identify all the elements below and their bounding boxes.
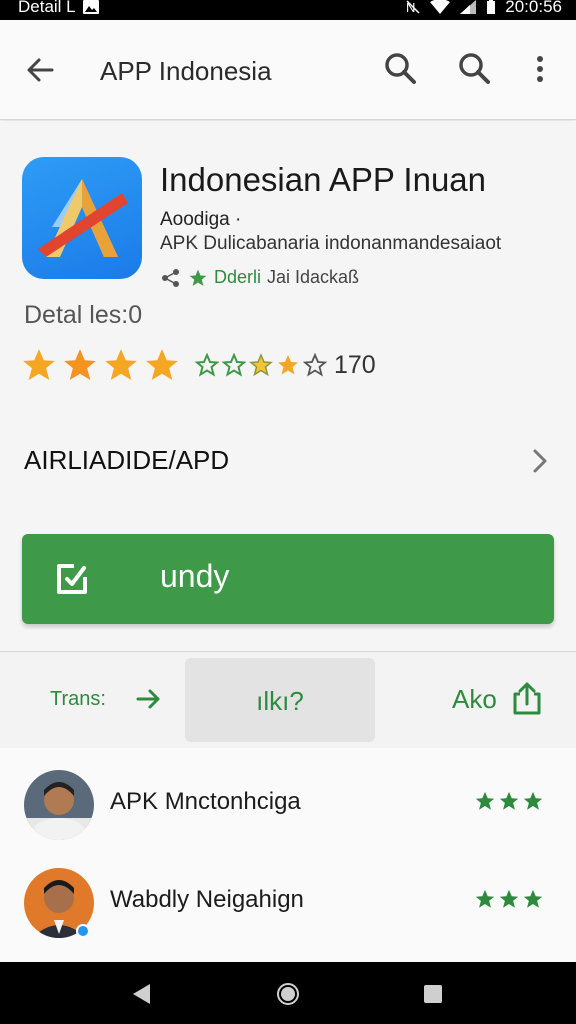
- review-stars: [474, 888, 544, 910]
- search-icon[interactable]: [456, 50, 492, 86]
- nav-back-icon[interactable]: [130, 982, 152, 1006]
- signal-icon: [460, 0, 477, 14]
- chevron-right-icon: [533, 449, 547, 473]
- star-icon[interactable]: [276, 353, 300, 377]
- star-outline-icon[interactable]: [195, 353, 219, 377]
- review-list: APK Mnctonhciga Wabdly Neigahign: [0, 748, 576, 962]
- app-description: APK Dulicabanaria indonanmandesaiaot: [160, 233, 502, 254]
- star-icon: [499, 889, 519, 908]
- app-meta: Dderli Jai Idackaß: [160, 267, 359, 288]
- star-icon: [523, 889, 543, 908]
- meta-verified: Dderli: [214, 267, 262, 287]
- star-icon: [189, 269, 207, 286]
- reviewer-name: APK Mnctonhciga: [110, 788, 301, 815]
- star-icon: [23, 349, 55, 381]
- image-icon: [82, 0, 99, 14]
- details-label: Detal les:0: [24, 301, 143, 329]
- avatar-icon[interactable]: [24, 770, 94, 840]
- review-stars: [474, 790, 544, 812]
- install-label: undy: [160, 558, 230, 594]
- star-icon: [523, 791, 543, 810]
- wifi-icon: [430, 0, 451, 14]
- no-sim-icon: N: [406, 0, 420, 15]
- rating-count: 170: [334, 350, 376, 379]
- search-icon[interactable]: [382, 50, 418, 86]
- nav-recent-icon[interactable]: [424, 985, 442, 1003]
- share-icon: [162, 268, 179, 287]
- action-row: Trans: ılkı? Ako: [0, 652, 576, 748]
- arrow-forward-icon[interactable]: [136, 688, 162, 710]
- star-icon[interactable]: [249, 353, 273, 377]
- status-bar: Detail L N 20:0:56: [0, 0, 576, 20]
- battery-icon: [487, 0, 496, 14]
- share-icon[interactable]: [510, 680, 544, 716]
- app-developer[interactable]: Aoodiga ·: [160, 209, 241, 231]
- status-time: 20:0:56: [505, 0, 562, 16]
- app-bar-title: APP Indonesia: [100, 56, 272, 86]
- verified-badge-icon: [76, 924, 90, 938]
- share-button[interactable]: Ako: [452, 684, 497, 715]
- more-vert-icon[interactable]: [528, 50, 552, 86]
- list-item[interactable]: APK Mnctonhciga: [0, 750, 576, 846]
- star-icon: [146, 349, 178, 381]
- list-item[interactable]: Wabdly Neigahign: [0, 848, 576, 944]
- meta-rest: Jai Idackaß: [267, 267, 360, 287]
- app-bar: APP Indonesia: [0, 20, 576, 120]
- mid-action-label: ılkı?: [256, 686, 304, 716]
- reviewer-name: Wabdly Neigahign: [110, 886, 304, 913]
- star-icon: [499, 791, 519, 810]
- navigation-bar: [0, 962, 576, 1024]
- app-logo[interactable]: [22, 157, 142, 279]
- star-icon: [105, 349, 137, 381]
- star-outline-icon[interactable]: [222, 353, 246, 377]
- app-name: Indonesian APP Inuan: [160, 161, 487, 198]
- section-title: AIRLIADIDE/APD: [24, 445, 230, 475]
- rating-row: 170: [20, 343, 376, 387]
- nav-home-icon[interactable]: [276, 982, 300, 1006]
- arrow-back-icon[interactable]: [22, 52, 58, 88]
- install-button[interactable]: undy: [22, 534, 554, 624]
- edit-box-icon: [57, 564, 87, 594]
- star-icon: [475, 791, 495, 810]
- star-icon: [64, 349, 96, 381]
- section-row[interactable]: AIRLIADIDE/APD: [0, 429, 576, 493]
- trans-button[interactable]: Trans:: [50, 688, 106, 711]
- app-detail: Indonesian APP Inuan Aoodiga · APK Dulic…: [0, 121, 576, 651]
- status-left-text: Detail L: [18, 0, 76, 16]
- star-icon: [475, 889, 495, 908]
- star-outline-icon[interactable]: [303, 353, 327, 377]
- mid-action-button[interactable]: ılkı?: [185, 658, 375, 742]
